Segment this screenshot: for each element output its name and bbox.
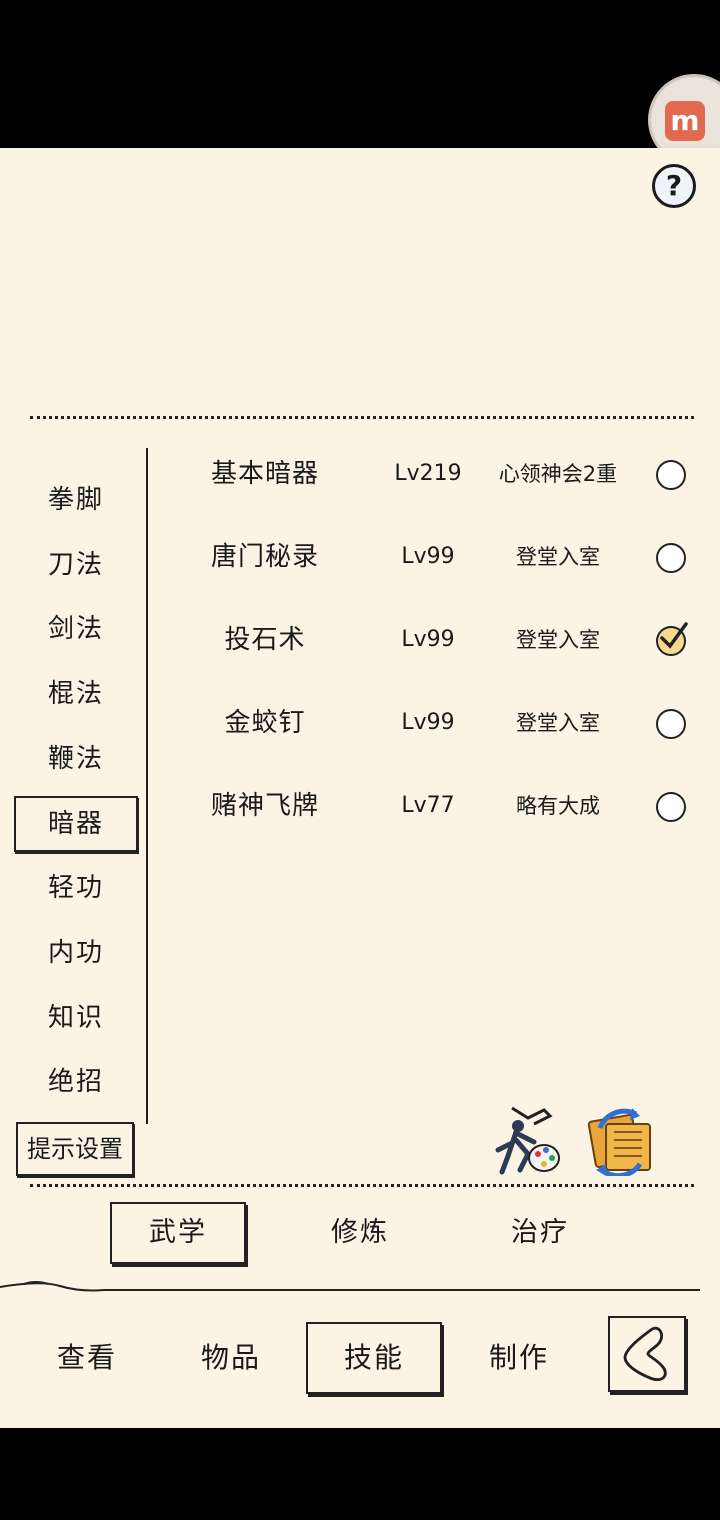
skill-select-radio[interactable] xyxy=(656,792,686,822)
hint-settings-button[interactable]: 提示设置 xyxy=(16,1122,134,1176)
skill-row[interactable]: 投石术 Lv99 登堂入室 xyxy=(160,610,710,670)
skill-level: Lv99 xyxy=(401,544,455,569)
category-item[interactable]: 刀法 xyxy=(14,537,138,593)
skill-name: 唐门秘录 xyxy=(210,542,319,572)
skill-row[interactable]: 唐门秘录 Lv99 登堂入室 xyxy=(160,527,710,587)
skill-row[interactable]: 基本暗器 Lv219 心领神会2重 xyxy=(160,444,710,504)
top-divider xyxy=(30,416,694,419)
skill-row[interactable]: 赌神飞牌 Lv77 略有大成 xyxy=(160,776,710,836)
skill-select-radio[interactable] xyxy=(656,543,686,573)
help-button[interactable]: ? xyxy=(652,164,696,208)
skill-select-radio[interactable] xyxy=(656,622,688,656)
sub-tab[interactable]: 修炼 xyxy=(292,1202,428,1264)
sub-tab[interactable]: 治疗 xyxy=(472,1202,608,1264)
category-item[interactable]: 暗器 xyxy=(14,795,138,852)
back-button[interactable] xyxy=(608,1316,686,1392)
warrior-palette-icon[interactable] xyxy=(494,1104,564,1176)
category-item[interactable]: 知识 xyxy=(14,990,138,1046)
skill-select-radio[interactable] xyxy=(656,460,686,490)
back-arrow-icon xyxy=(623,1326,667,1381)
skill-level: Lv99 xyxy=(401,710,455,735)
category-item[interactable]: 绝招 xyxy=(14,1054,138,1110)
skill-name: 赌神飞牌 xyxy=(210,791,319,821)
nav-tab[interactable]: 查看 xyxy=(22,1322,152,1394)
status-bar xyxy=(0,0,720,148)
sub-tab[interactable]: 武学 xyxy=(110,1202,246,1264)
checkmark-icon xyxy=(660,622,688,649)
skill-level: Lv77 xyxy=(401,793,455,818)
skill-name: 基本暗器 xyxy=(210,459,319,489)
skill-name: 投石术 xyxy=(224,625,306,655)
skill-name: 金蛟钉 xyxy=(224,708,306,738)
skill-level: Lv219 xyxy=(394,461,462,486)
skill-stage: 登堂入室 xyxy=(516,711,600,735)
category-item[interactable]: 剑法 xyxy=(14,601,138,657)
category-item[interactable]: 轻功 xyxy=(14,860,138,916)
skill-select-radio[interactable] xyxy=(656,709,686,739)
category-item[interactable]: 棍法 xyxy=(14,666,138,722)
category-item[interactable]: 鞭法 xyxy=(14,731,138,787)
nav-tab[interactable]: 技能 xyxy=(306,1322,442,1394)
skill-level: Lv99 xyxy=(401,627,455,652)
bottom-bar xyxy=(0,1428,720,1520)
skill-stage: 登堂入室 xyxy=(516,545,600,569)
skill-stage: 略有大成 xyxy=(516,794,600,818)
category-item[interactable]: 内功 xyxy=(14,925,138,981)
skill-stage: 登堂入室 xyxy=(516,628,600,652)
nav-tab[interactable]: 制作 xyxy=(454,1322,584,1394)
category-item[interactable]: 拳脚 xyxy=(14,472,138,528)
brush-divider xyxy=(0,1281,700,1292)
skill-stage: 心领神会2重 xyxy=(498,462,618,486)
middle-divider xyxy=(30,1184,694,1187)
sidebar-divider xyxy=(146,448,148,1124)
nav-tab[interactable]: 物品 xyxy=(166,1322,296,1394)
skill-row[interactable]: 金蛟钉 Lv99 登堂入室 xyxy=(160,693,710,753)
app-logo-icon: m xyxy=(665,101,705,141)
scroll-swap-icon[interactable] xyxy=(584,1104,654,1176)
